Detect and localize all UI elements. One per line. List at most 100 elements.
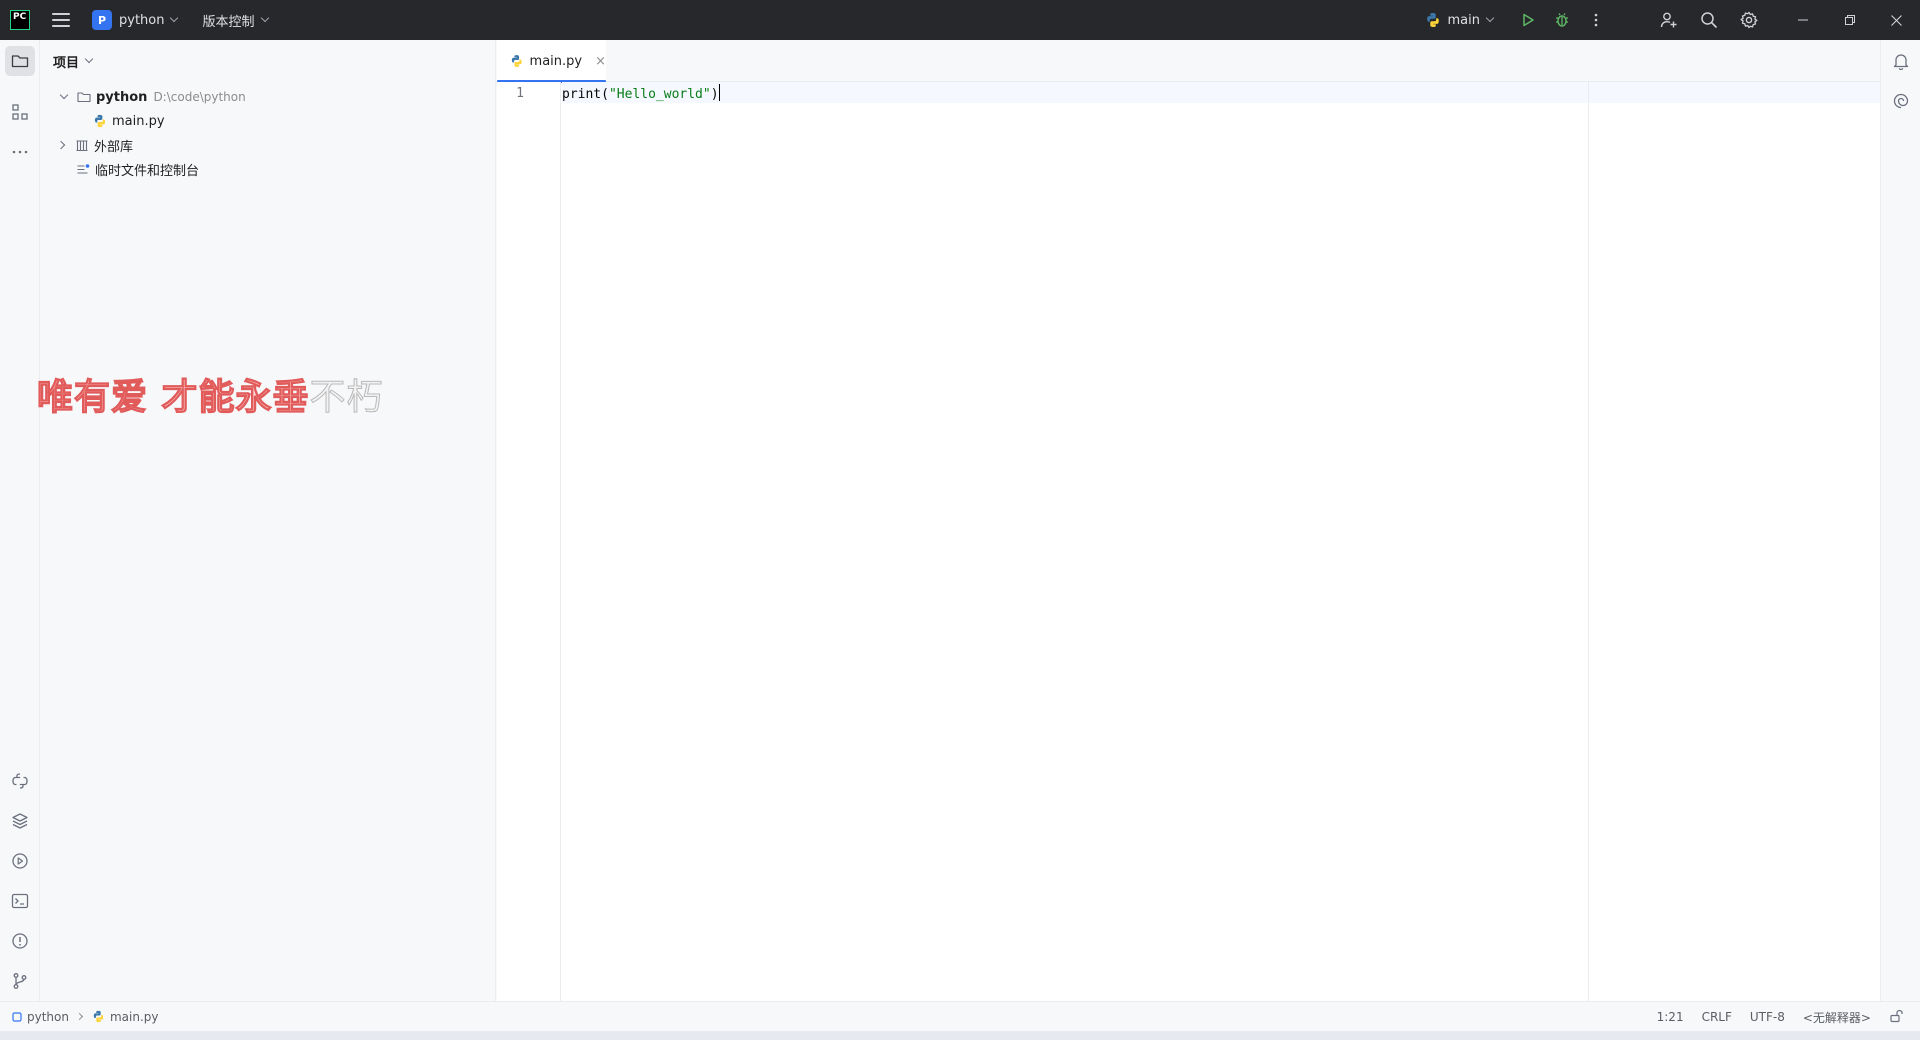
interpreter-selector[interactable]: <无解释器> xyxy=(1794,1009,1880,1026)
tab-main-py[interactable]: main.py × xyxy=(497,40,606,83)
git-tool-button[interactable] xyxy=(5,966,35,996)
folder-icon xyxy=(77,92,91,103)
close-icon xyxy=(1891,14,1902,26)
tree-item-label: main.py xyxy=(112,113,165,129)
more-actions-button[interactable] xyxy=(1579,0,1613,40)
minimize-button[interactable] xyxy=(1779,0,1826,40)
tree-item-label: 临时文件和控制台 xyxy=(95,163,200,179)
structure-tool-button[interactable] xyxy=(5,97,35,127)
read-only-toggle[interactable] xyxy=(1880,1009,1912,1026)
status-bar: python main.py 1:21 CRLF UTF-8 <无解释器> xyxy=(0,1001,1920,1031)
pycharm-logo-icon[interactable]: PC xyxy=(10,10,30,30)
project-tool-button[interactable] xyxy=(5,46,35,76)
chevron-down-icon xyxy=(84,54,94,64)
panel-title: 项目 xyxy=(53,55,80,71)
left-tool-strip xyxy=(0,40,40,1001)
python-console-tool-button[interactable] xyxy=(5,766,35,796)
tab-close-button[interactable]: × xyxy=(595,54,606,69)
python-file-icon xyxy=(94,114,106,128)
folder-icon xyxy=(11,55,29,68)
project-widget[interactable]: P python xyxy=(92,10,179,30)
search-everywhere-button[interactable] xyxy=(1689,0,1729,40)
chevron-down-icon xyxy=(59,90,69,100)
python-packages-tool-button[interactable] xyxy=(5,806,35,836)
run-config-name: main xyxy=(1447,12,1480,28)
scratches-icon xyxy=(77,164,90,174)
chevron-down-icon xyxy=(260,13,269,23)
editor: main.py × 1 print("Hello_world") xyxy=(497,40,1880,1001)
watermark-text-gray: 不朽 xyxy=(309,377,384,419)
tree-item-path: D:\code\python xyxy=(153,90,246,104)
code-function: print( xyxy=(562,87,609,102)
status-widgets: 1:21 CRLF UTF-8 <无解释器> xyxy=(1648,1002,1920,1032)
close-window-button[interactable] xyxy=(1873,0,1920,40)
main-menu-button[interactable] xyxy=(52,13,70,27)
watermark-overlay: 唯有爱 才能永垂不朽 xyxy=(36,368,384,420)
add-user-icon xyxy=(1660,12,1677,28)
debug-button[interactable] xyxy=(1545,0,1579,40)
project-name: python xyxy=(119,12,165,28)
tree-item-label: python xyxy=(96,89,148,105)
code-string: "Hello_world" xyxy=(608,87,711,102)
notifications-button[interactable] xyxy=(1886,46,1916,76)
python-file-icon xyxy=(93,1010,104,1023)
python-console-icon xyxy=(12,773,28,789)
ai-spiral-icon xyxy=(1893,93,1909,109)
more-horizontal-icon xyxy=(12,150,28,154)
line-number: 1 xyxy=(516,86,524,101)
layers-icon xyxy=(12,813,28,829)
title-bar: PC P python 版本控制 main xyxy=(0,0,1920,40)
code-line[interactable]: print("Hello_world") xyxy=(562,84,721,102)
file-encoding[interactable]: UTF-8 xyxy=(1741,1010,1794,1024)
breadcrumb-file-label: main.py xyxy=(109,1009,159,1024)
structure-icon xyxy=(12,104,28,120)
more-tools-button[interactable] xyxy=(5,137,35,167)
line-separator[interactable]: CRLF xyxy=(1693,1010,1741,1024)
text-caret xyxy=(718,84,721,101)
project-badge: P xyxy=(92,10,112,30)
chevron-down-icon xyxy=(1485,13,1495,23)
project-panel: 项目 python D:\code\python main.py 外部库 临时文… xyxy=(41,40,496,1001)
restore-button[interactable] xyxy=(1826,0,1873,40)
code-editor-area[interactable]: print("Hello_world") xyxy=(562,82,1880,1001)
terminal-tool-button[interactable] xyxy=(5,886,35,916)
more-vertical-icon xyxy=(1594,13,1598,27)
chevron-right-icon xyxy=(56,140,66,150)
tree-item-label: 外部库 xyxy=(94,139,134,155)
tree-item-external-libraries[interactable]: 外部库 xyxy=(41,133,496,157)
current-line-highlight xyxy=(562,82,1880,103)
ai-assistant-button[interactable] xyxy=(1886,86,1916,116)
module-icon xyxy=(12,1011,22,1022)
editor-tab-bar: main.py × xyxy=(497,40,1880,83)
watermark-text-red: 唯有爱 才能永垂 xyxy=(36,376,310,418)
git-branch-icon xyxy=(13,973,27,989)
line-number-gutter: 1 xyxy=(497,82,561,1001)
tree-item-project-root[interactable]: python D:\code\python xyxy=(41,85,496,109)
settings-button[interactable] xyxy=(1729,0,1769,40)
services-tool-button[interactable] xyxy=(5,846,35,876)
library-icon xyxy=(76,140,88,152)
caret-position[interactable]: 1:21 xyxy=(1648,1010,1693,1024)
terminal-icon xyxy=(11,893,29,909)
code-with-me-button[interactable] xyxy=(1649,0,1689,40)
gear-icon xyxy=(1740,11,1758,29)
run-config-selector[interactable]: main xyxy=(1425,12,1495,28)
vcs-label: 版本控制 xyxy=(202,14,255,30)
project-panel-header[interactable]: 项目 xyxy=(41,40,495,82)
bell-icon xyxy=(1893,54,1909,70)
tree-item-main-py[interactable]: main.py xyxy=(41,109,496,133)
warning-circle-icon xyxy=(12,933,28,949)
run-button[interactable] xyxy=(1511,0,1545,40)
tree-item-scratches[interactable]: 临时文件和控制台 xyxy=(41,157,496,181)
problems-tool-button[interactable] xyxy=(5,926,35,956)
breadcrumb-project[interactable]: python xyxy=(12,1010,69,1024)
chevron-down-icon xyxy=(170,13,179,23)
right-tool-strip xyxy=(1880,40,1920,1001)
code-paren: ) xyxy=(710,87,719,102)
right-margin-guide xyxy=(1588,82,1589,1001)
search-icon xyxy=(1701,12,1718,29)
breadcrumb-file[interactable]: main.py xyxy=(92,1010,159,1024)
taskbar-edge xyxy=(0,1031,1920,1040)
vcs-widget[interactable]: 版本控制 xyxy=(195,11,269,30)
restore-icon xyxy=(1844,15,1855,25)
